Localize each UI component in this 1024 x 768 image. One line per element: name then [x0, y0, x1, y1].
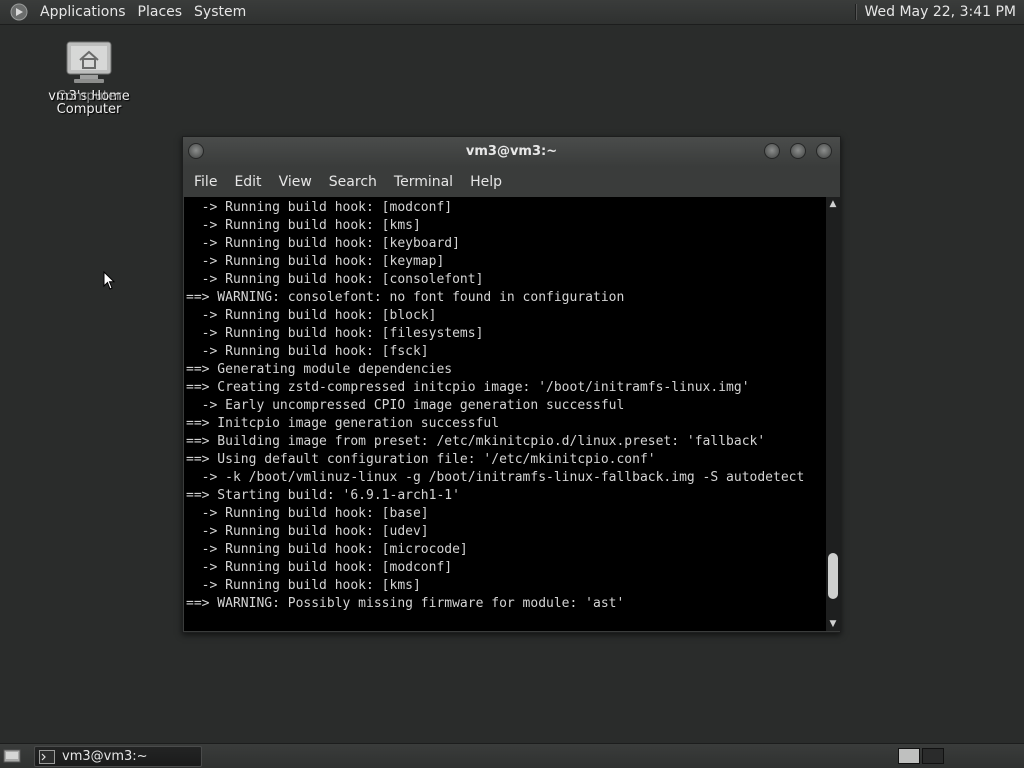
terminal-line: -> Running build hook: [kms]: [186, 578, 421, 593]
terminal-line: -> -k /boot/vmlinuz-linux -g /boot/initr…: [186, 470, 805, 485]
show-desktop-icon[interactable]: [3, 748, 21, 764]
panel-separator: [854, 4, 857, 20]
terminal-line: -> Running build hook: [filesystems]: [186, 326, 484, 341]
menu-search[interactable]: Search: [322, 167, 384, 197]
terminal-lines: -> Running build hook: [modconf] -> Runn…: [184, 197, 826, 613]
menu-view[interactable]: View: [272, 167, 319, 197]
terminal-line: -> Running build hook: [kms]: [186, 218, 421, 233]
terminal-line: -> Running build hook: [keyboard]: [186, 236, 460, 251]
menu-system[interactable]: System: [188, 0, 252, 24]
terminal-line: ==> Building image from preset: /etc/mki…: [186, 434, 766, 449]
close-button[interactable]: [816, 143, 832, 159]
menu-applications[interactable]: Applications: [34, 0, 132, 24]
window-title: vm3@vm3:~: [465, 144, 558, 159]
terminal-line: -> Early uncompressed CPIO image generat…: [186, 398, 625, 413]
minimize-button[interactable]: [764, 143, 780, 159]
scroll-up-icon[interactable]: ▲: [826, 197, 840, 211]
menu-places[interactable]: Places: [132, 0, 189, 24]
menu-terminal[interactable]: Terminal: [387, 167, 460, 197]
menu-file[interactable]: File: [187, 167, 224, 197]
menu-help[interactable]: Help: [463, 167, 509, 197]
terminal-line: ==> WARNING: Possibly missing firmware f…: [186, 596, 625, 611]
terminal-line: -> Running build hook: [keymap]: [186, 254, 445, 269]
terminal-line: ==> Starting build: '6.9.1-arch1-1': [186, 488, 460, 503]
workspace-1[interactable]: [898, 748, 920, 764]
desktop-icon-label: vm3's Home Computer Computer: [46, 90, 132, 116]
clock[interactable]: Wed May 22, 3:41 PM: [865, 0, 1024, 24]
terminal-line: -> Running build hook: [consolefont]: [186, 272, 484, 287]
maximize-button[interactable]: [790, 143, 806, 159]
menu-edit[interactable]: Edit: [227, 167, 268, 197]
workspace-2[interactable]: [922, 748, 944, 764]
terminal-line: ==> Using default configuration file: '/…: [186, 452, 656, 467]
terminal-line: -> Running build hook: [block]: [186, 308, 437, 323]
top-panel: Applications Places System Wed May 22, 3…: [0, 0, 1024, 25]
terminal-line: ==> Initcpio image generation successful: [186, 416, 500, 431]
terminal-output[interactable]: -> Running build hook: [modconf] -> Runn…: [184, 197, 826, 631]
window-menubar: File Edit View Search Terminal Help: [183, 167, 840, 197]
terminal-line: -> Running build hook: [udev]: [186, 524, 429, 539]
terminal-line: -> Running build hook: [microcode]: [186, 542, 468, 557]
terminal-line: ==> WARNING: consolefont: no font found …: [186, 290, 625, 305]
terminal-icon: [39, 749, 55, 764]
terminal-scrollbar[interactable]: ▲ ▼: [826, 197, 840, 631]
desktop-icon-computer-home[interactable]: vm3's Home Computer Computer: [46, 36, 132, 116]
scroll-down-icon[interactable]: ▼: [826, 617, 840, 631]
terminal-line: -> Running build hook: [modconf]: [186, 200, 453, 215]
terminal-window: vm3@vm3:~ File Edit View Search Terminal…: [182, 136, 841, 633]
terminal-line: -> Running build hook: [modconf]: [186, 560, 453, 575]
mouse-cursor-icon: [103, 270, 117, 291]
gnome-foot-icon[interactable]: [8, 1, 30, 23]
terminal-line: ==> Creating zstd-compressed initcpio im…: [186, 380, 750, 395]
bottom-panel: vm3@vm3:~: [0, 743, 1024, 768]
terminal-line: -> Running build hook: [base]: [186, 506, 429, 521]
window-titlebar[interactable]: vm3@vm3:~: [183, 137, 840, 167]
taskbar-terminal-button[interactable]: vm3@vm3:~: [34, 746, 202, 767]
label-computer: Computer: [56, 102, 122, 117]
terminal-line: ==> Generating module dependencies: [186, 362, 453, 377]
taskbar-terminal-label: vm3@vm3:~: [62, 749, 148, 764]
terminal-line: -> Running build hook: [fsck]: [186, 344, 429, 359]
computer-home-icon: [64, 36, 114, 86]
scrollbar-thumb[interactable]: [828, 553, 838, 599]
